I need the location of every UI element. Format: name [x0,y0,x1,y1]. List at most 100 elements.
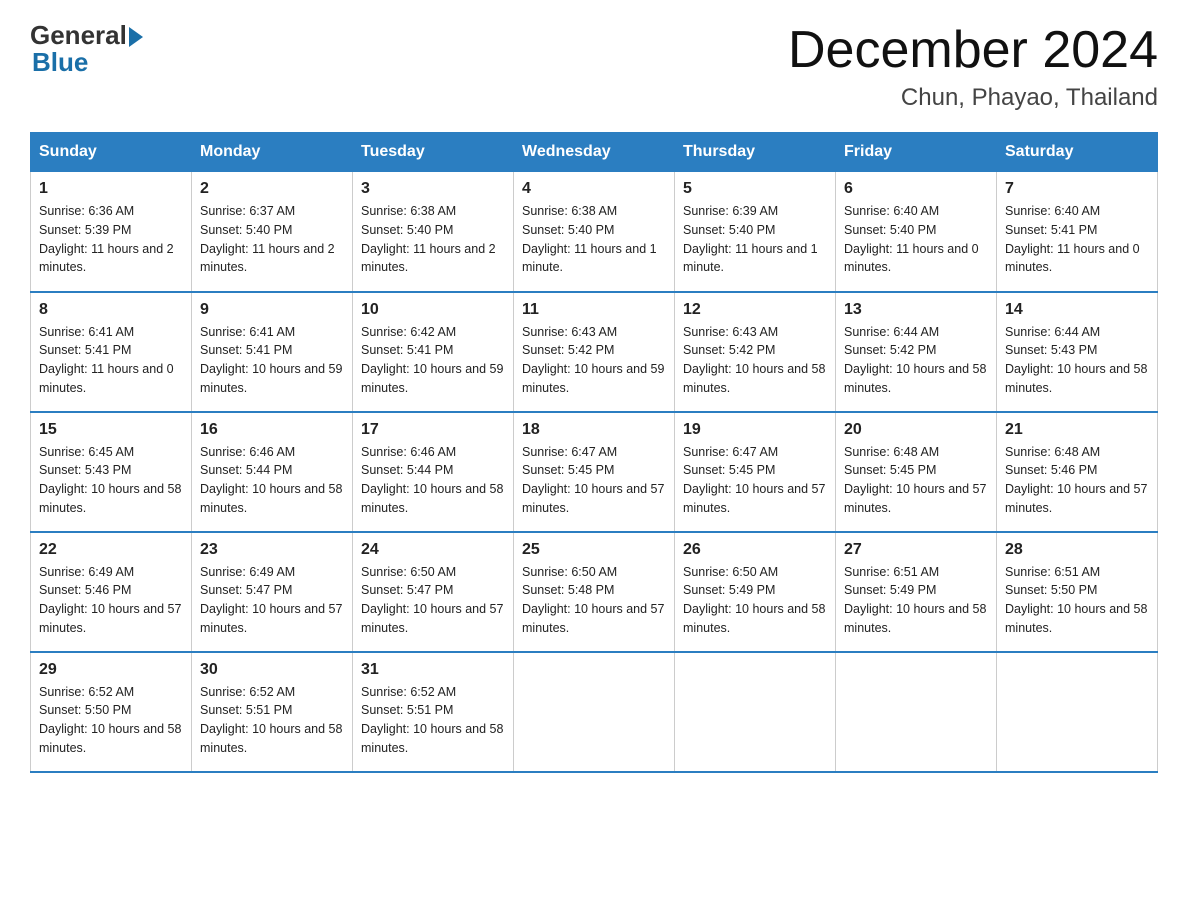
day-info: Sunrise: 6:40 AMSunset: 5:41 PMDaylight:… [1005,202,1149,277]
day-info: Sunrise: 6:41 AMSunset: 5:41 PMDaylight:… [200,323,344,398]
calendar-cell: 23 Sunrise: 6:49 AMSunset: 5:47 PMDaylig… [192,532,353,652]
calendar-cell: 1 Sunrise: 6:36 AMSunset: 5:39 PMDayligh… [31,172,192,292]
day-number: 11 [522,301,666,319]
calendar-cell: 27 Sunrise: 6:51 AMSunset: 5:49 PMDaylig… [836,532,997,652]
day-number: 7 [1005,180,1149,198]
day-number: 8 [39,301,183,319]
day-number: 3 [361,180,505,198]
calendar-cell: 22 Sunrise: 6:49 AMSunset: 5:46 PMDaylig… [31,532,192,652]
calendar-table: SundayMondayTuesdayWednesdayThursdayFrid… [30,132,1158,773]
day-info: Sunrise: 6:41 AMSunset: 5:41 PMDaylight:… [39,323,183,398]
calendar-header-row: SundayMondayTuesdayWednesdayThursdayFrid… [31,133,1158,172]
calendar-cell: 24 Sunrise: 6:50 AMSunset: 5:47 PMDaylig… [353,532,514,652]
calendar-cell [836,652,997,772]
day-info: Sunrise: 6:44 AMSunset: 5:43 PMDaylight:… [1005,323,1149,398]
day-number: 25 [522,541,666,559]
day-number: 2 [200,180,344,198]
calendar-week-row: 1 Sunrise: 6:36 AMSunset: 5:39 PMDayligh… [31,172,1158,292]
calendar-cell: 18 Sunrise: 6:47 AMSunset: 5:45 PMDaylig… [514,412,675,532]
calendar-week-row: 8 Sunrise: 6:41 AMSunset: 5:41 PMDayligh… [31,292,1158,412]
calendar-cell: 5 Sunrise: 6:39 AMSunset: 5:40 PMDayligh… [675,172,836,292]
calendar-cell: 6 Sunrise: 6:40 AMSunset: 5:40 PMDayligh… [836,172,997,292]
month-title: December 2024 [788,20,1158,80]
calendar-cell: 9 Sunrise: 6:41 AMSunset: 5:41 PMDayligh… [192,292,353,412]
day-number: 22 [39,541,183,559]
calendar-cell: 19 Sunrise: 6:47 AMSunset: 5:45 PMDaylig… [675,412,836,532]
calendar-cell: 25 Sunrise: 6:50 AMSunset: 5:48 PMDaylig… [514,532,675,652]
day-info: Sunrise: 6:46 AMSunset: 5:44 PMDaylight:… [361,443,505,518]
logo: General Blue [30,20,143,78]
calendar-cell: 21 Sunrise: 6:48 AMSunset: 5:46 PMDaylig… [997,412,1158,532]
calendar-header-monday: Monday [192,133,353,172]
day-number: 9 [200,301,344,319]
day-info: Sunrise: 6:44 AMSunset: 5:42 PMDaylight:… [844,323,988,398]
day-info: Sunrise: 6:43 AMSunset: 5:42 PMDaylight:… [522,323,666,398]
calendar-cell: 7 Sunrise: 6:40 AMSunset: 5:41 PMDayligh… [997,172,1158,292]
day-info: Sunrise: 6:45 AMSunset: 5:43 PMDaylight:… [39,443,183,518]
day-number: 31 [361,661,505,679]
day-info: Sunrise: 6:47 AMSunset: 5:45 PMDaylight:… [683,443,827,518]
day-info: Sunrise: 6:52 AMSunset: 5:51 PMDaylight:… [200,683,344,758]
calendar-cell: 14 Sunrise: 6:44 AMSunset: 5:43 PMDaylig… [997,292,1158,412]
day-number: 6 [844,180,988,198]
calendar-cell: 3 Sunrise: 6:38 AMSunset: 5:40 PMDayligh… [353,172,514,292]
day-info: Sunrise: 6:40 AMSunset: 5:40 PMDaylight:… [844,202,988,277]
calendar-cell: 29 Sunrise: 6:52 AMSunset: 5:50 PMDaylig… [31,652,192,772]
calendar-cell: 31 Sunrise: 6:52 AMSunset: 5:51 PMDaylig… [353,652,514,772]
calendar-cell: 15 Sunrise: 6:45 AMSunset: 5:43 PMDaylig… [31,412,192,532]
day-number: 27 [844,541,988,559]
title-section: December 2024 Chun, Phayao, Thailand [788,20,1158,112]
calendar-header-saturday: Saturday [997,133,1158,172]
day-info: Sunrise: 6:50 AMSunset: 5:49 PMDaylight:… [683,563,827,638]
day-info: Sunrise: 6:47 AMSunset: 5:45 PMDaylight:… [522,443,666,518]
calendar-cell: 17 Sunrise: 6:46 AMSunset: 5:44 PMDaylig… [353,412,514,532]
day-info: Sunrise: 6:36 AMSunset: 5:39 PMDaylight:… [39,202,183,277]
day-number: 26 [683,541,827,559]
location-title: Chun, Phayao, Thailand [788,84,1158,112]
calendar-cell: 4 Sunrise: 6:38 AMSunset: 5:40 PMDayligh… [514,172,675,292]
day-info: Sunrise: 6:42 AMSunset: 5:41 PMDaylight:… [361,323,505,398]
day-number: 24 [361,541,505,559]
page-header: General Blue December 2024 Chun, Phayao,… [30,20,1158,112]
day-number: 17 [361,421,505,439]
calendar-cell [514,652,675,772]
day-info: Sunrise: 6:37 AMSunset: 5:40 PMDaylight:… [200,202,344,277]
calendar-cell: 20 Sunrise: 6:48 AMSunset: 5:45 PMDaylig… [836,412,997,532]
calendar-header-friday: Friday [836,133,997,172]
logo-arrow-icon [129,27,143,47]
calendar-header-wednesday: Wednesday [514,133,675,172]
day-info: Sunrise: 6:43 AMSunset: 5:42 PMDaylight:… [683,323,827,398]
day-number: 14 [1005,301,1149,319]
day-info: Sunrise: 6:39 AMSunset: 5:40 PMDaylight:… [683,202,827,277]
day-number: 29 [39,661,183,679]
day-number: 1 [39,180,183,198]
day-number: 21 [1005,421,1149,439]
calendar-cell [675,652,836,772]
day-info: Sunrise: 6:50 AMSunset: 5:48 PMDaylight:… [522,563,666,638]
calendar-cell: 11 Sunrise: 6:43 AMSunset: 5:42 PMDaylig… [514,292,675,412]
day-number: 28 [1005,541,1149,559]
calendar-header-thursday: Thursday [675,133,836,172]
day-info: Sunrise: 6:38 AMSunset: 5:40 PMDaylight:… [522,202,666,277]
calendar-header-sunday: Sunday [31,133,192,172]
calendar-cell: 28 Sunrise: 6:51 AMSunset: 5:50 PMDaylig… [997,532,1158,652]
day-info: Sunrise: 6:50 AMSunset: 5:47 PMDaylight:… [361,563,505,638]
calendar-header-tuesday: Tuesday [353,133,514,172]
day-number: 30 [200,661,344,679]
day-info: Sunrise: 6:52 AMSunset: 5:51 PMDaylight:… [361,683,505,758]
day-number: 13 [844,301,988,319]
calendar-cell: 8 Sunrise: 6:41 AMSunset: 5:41 PMDayligh… [31,292,192,412]
calendar-cell: 2 Sunrise: 6:37 AMSunset: 5:40 PMDayligh… [192,172,353,292]
day-number: 18 [522,421,666,439]
calendar-cell: 10 Sunrise: 6:42 AMSunset: 5:41 PMDaylig… [353,292,514,412]
day-number: 19 [683,421,827,439]
calendar-cell: 30 Sunrise: 6:52 AMSunset: 5:51 PMDaylig… [192,652,353,772]
day-info: Sunrise: 6:38 AMSunset: 5:40 PMDaylight:… [361,202,505,277]
day-number: 10 [361,301,505,319]
day-info: Sunrise: 6:48 AMSunset: 5:45 PMDaylight:… [844,443,988,518]
calendar-cell: 13 Sunrise: 6:44 AMSunset: 5:42 PMDaylig… [836,292,997,412]
calendar-cell [997,652,1158,772]
calendar-week-row: 22 Sunrise: 6:49 AMSunset: 5:46 PMDaylig… [31,532,1158,652]
calendar-week-row: 29 Sunrise: 6:52 AMSunset: 5:50 PMDaylig… [31,652,1158,772]
day-info: Sunrise: 6:51 AMSunset: 5:49 PMDaylight:… [844,563,988,638]
